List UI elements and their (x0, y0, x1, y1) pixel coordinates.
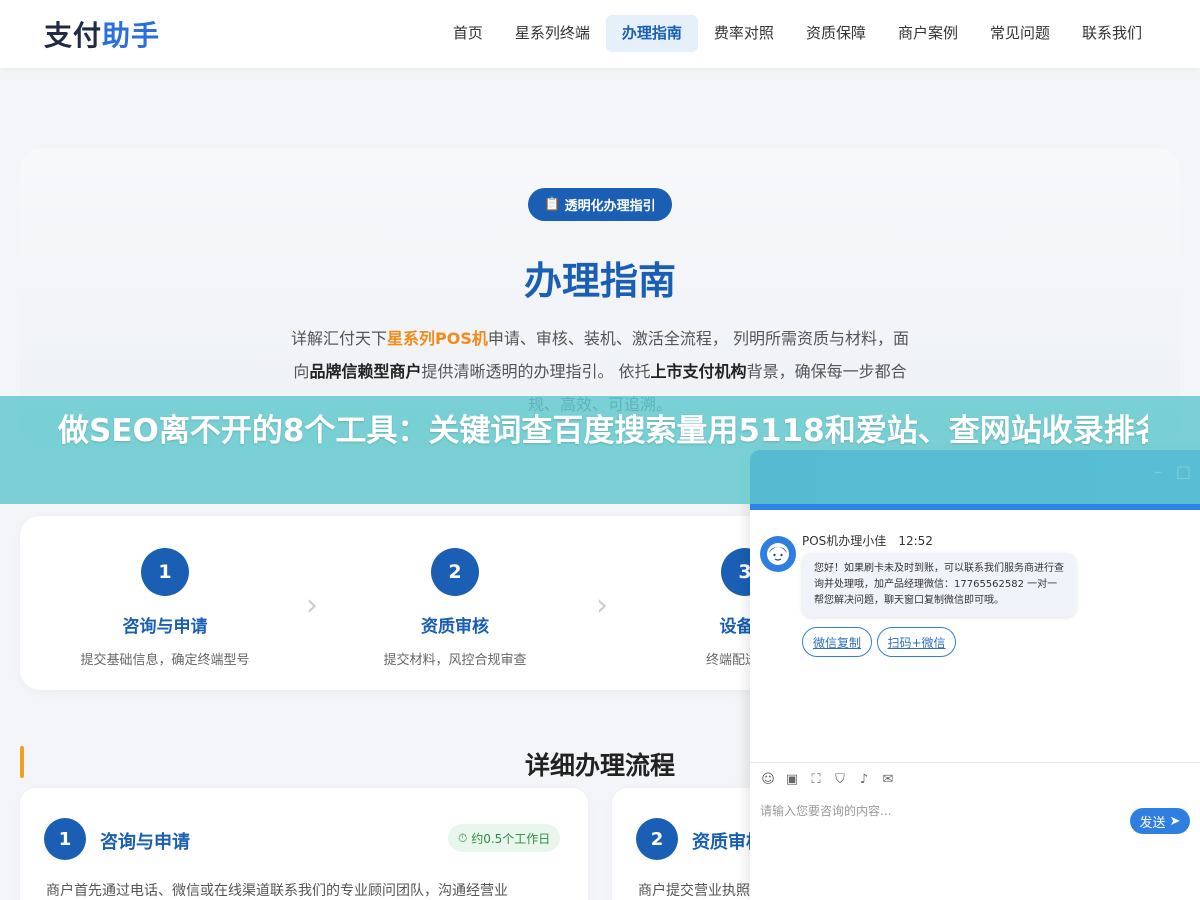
hero-desc-part: 提供清晰透明的办理指引。 依托 (421, 362, 651, 381)
nav-rates[interactable]: 费率对照 (698, 15, 790, 52)
step-desc: 提交材料，风控合规审查 (383, 653, 527, 668)
shield-icon[interactable]: ⛉ (832, 772, 848, 787)
clipboard-icon: 📋 (544, 197, 561, 212)
hero-badge: 📋 透明化办理指引 (528, 188, 672, 221)
nav-star-terminals[interactable]: 星系列终端 (499, 15, 606, 52)
chat-widget: – □ POS机办理小佳12:52 您好！如果刷卡未及时到账，可以联系我们服务商… (750, 450, 1200, 900)
step-item: 2 资质审核 提交材料，风控合规审查 (310, 548, 600, 668)
nav-qualification[interactable]: 资质保障 (790, 15, 882, 52)
copy-wechat-button[interactable]: 微信复制 (802, 627, 872, 657)
detail-card: 1 咨询与申请 ⏱ 约0.5个工作日 商户首先通过电话、微信或在线渠道联系我们的… (20, 788, 588, 900)
hero-desc-part: 详解汇付天下 (291, 329, 388, 348)
nav-home[interactable]: 首页 (437, 15, 499, 52)
detail-text: 商户提交营业执照 (638, 883, 750, 899)
send-icon: ➤ (1169, 813, 1181, 829)
hero-desc-bold: 上市支付机构 (650, 362, 747, 381)
nav-faq[interactable]: 常见问题 (974, 15, 1066, 52)
chat-agent-meta: POS机办理小佳 12:52 (802, 532, 933, 549)
main-nav: 首页 星系列终端 办理指南 费率对照 资质保障 商户案例 常见问题 联系我们 (437, 15, 1158, 52)
emoji-icon[interactable]: ☺ (760, 772, 776, 787)
duration-label: 约0.5个工作日 (471, 831, 551, 846)
chat-message: 您好！如果刷卡未及时到账，可以联系我们服务商进行查询并处理哦，加产品经理微信：1… (802, 553, 1076, 617)
clock-icon: ⏱ (458, 830, 472, 845)
send-button[interactable]: 发送 ➤ (1130, 808, 1190, 834)
step-title: 资质审核 (421, 617, 489, 637)
message-time: 12:52 (898, 534, 933, 548)
step-number: 2 (431, 548, 479, 596)
chat-input[interactable] (760, 800, 1120, 822)
page-title: 办理指南 (523, 259, 676, 303)
nav-cases[interactable]: 商户案例 (882, 15, 974, 52)
agent-name: POS机办理小佳 (802, 534, 887, 548)
nav-guide[interactable]: 办理指南 (605, 15, 698, 52)
detail-number: 1 (44, 818, 86, 860)
hero-desc-highlight: 星系列POS机 (387, 329, 488, 348)
step-desc: 提交基础信息，确定终端型号 (80, 653, 250, 668)
site-logo[interactable]: 支付助手 (44, 14, 160, 54)
logo-accent: 助手 (102, 19, 161, 52)
chat-header-strip (750, 504, 1200, 510)
step-item: 1 咨询与申请 提交基础信息，确定终端型号 (20, 548, 310, 668)
hero-desc-bold: 品牌信赖型商户 (309, 362, 422, 381)
duration-badge: ⏱ 约0.5个工作日 (448, 824, 561, 852)
step-number: 1 (141, 548, 189, 596)
scan-wechat-button[interactable]: 扫码+微信 (877, 627, 956, 657)
site-header: 支付助手 首页 星系列终端 办理指南 费率对照 资质保障 商户案例 常见问题 联… (0, 0, 1200, 68)
comment-icon[interactable]: ✉ (880, 772, 896, 787)
nav-contact[interactable]: 联系我们 (1066, 15, 1158, 52)
banner-text: 做SEO离不开的8个工具：关键词查百度搜索量用5118和爱站、查网站收录排名用站… (58, 413, 1148, 449)
chat-toolbar: ☺ ▣ ⛶ ⛉ ♪ ✉ (750, 762, 1200, 796)
detail-text: 商户首先通过电话、微信或在线渠道联系我们的专业顾问团队，沟通经营业 (46, 883, 508, 899)
step-title: 咨询与申请 (122, 617, 208, 637)
agent-avatar (760, 536, 796, 572)
image-icon[interactable]: ▣ (784, 772, 800, 787)
voice-icon[interactable]: ♪ (856, 772, 872, 787)
logo-main: 支付 (44, 19, 103, 52)
seo-overlay-banner: 做SEO离不开的8个工具：关键词查百度搜索量用5118和爱站、查网站收录排名用站… (0, 396, 1200, 504)
agent-face-icon (767, 543, 789, 565)
detail-title: 咨询与申请 (100, 832, 190, 853)
screenshot-icon[interactable]: ⛶ (808, 772, 824, 787)
detail-number: 2 (636, 818, 678, 860)
hero-badge-label: 透明化办理指引 (564, 199, 656, 214)
send-label: 发送 (1139, 815, 1166, 831)
